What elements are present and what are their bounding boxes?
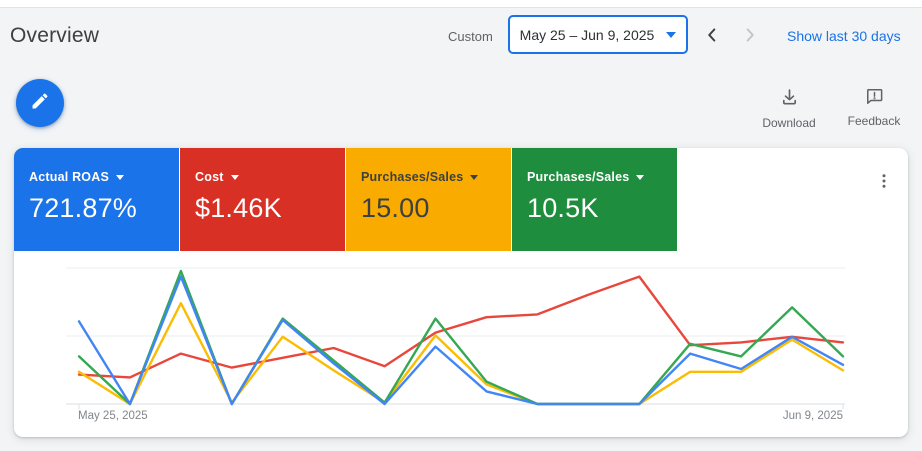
scorecard-row: Actual ROAS 721.87% Cost $1.46K Purchases/Sa… bbox=[14, 148, 677, 251]
download-button[interactable]: Download bbox=[756, 87, 822, 130]
caret-down-icon[interactable] bbox=[116, 174, 124, 180]
scorecard-label-text: Purchases/Sales bbox=[361, 170, 464, 184]
scorecard-value: 10.5K bbox=[527, 193, 599, 223]
caret-down-icon[interactable] bbox=[636, 174, 645, 180]
date-range-type-label: Custom bbox=[448, 29, 493, 44]
top-strip bbox=[0, 0, 922, 8]
scorecard-value: $1.46K bbox=[195, 193, 282, 223]
feedback-button[interactable]: Feedback bbox=[843, 87, 905, 128]
chart-series-purchases-sales-value- bbox=[77, 269, 845, 406]
show-last-30-days-link[interactable]: Show last 30 days bbox=[787, 28, 901, 44]
x-axis-end-label: Jun 9, 2025 bbox=[782, 410, 843, 422]
scorecard-label: Cost bbox=[195, 170, 345, 184]
previous-period-button[interactable] bbox=[697, 21, 727, 51]
next-period-button[interactable] bbox=[735, 21, 765, 51]
scorecard-label: Purchases/Sales bbox=[527, 170, 677, 184]
chevron-right-icon bbox=[739, 24, 761, 49]
download-icon bbox=[779, 87, 800, 113]
edit-fab-button[interactable] bbox=[16, 79, 64, 127]
overview-screen: Overview Custom May 25 – Jun 9, 2025 Sho… bbox=[0, 0, 922, 451]
kebab-menu-icon bbox=[875, 170, 893, 195]
scorecard-label-text: Purchases/Sales bbox=[527, 170, 630, 184]
caret-down-icon[interactable] bbox=[230, 174, 239, 180]
scorecard-actual-roas-0[interactable]: Actual ROAS 721.87% bbox=[14, 148, 179, 251]
chevron-left-icon bbox=[701, 24, 723, 49]
feedback-label: Feedback bbox=[847, 114, 901, 128]
scorecard-value: 721.87% bbox=[29, 193, 137, 223]
caret-down-icon bbox=[666, 31, 677, 38]
chart-series-actual-roas bbox=[77, 275, 845, 406]
scorecard-cost-1[interactable]: Cost $1.46K bbox=[180, 148, 345, 251]
scorecard-label-text: Cost bbox=[195, 170, 224, 184]
scorecard-label: Purchases/Sales bbox=[361, 170, 511, 184]
pencil-icon bbox=[30, 91, 50, 116]
download-label: Download bbox=[762, 116, 816, 130]
scorecard-purchases-sales-3[interactable]: Purchases/Sales 10.5K bbox=[512, 148, 677, 251]
scorecard-purchases-sales-2[interactable]: Purchases/Sales 15.00 bbox=[346, 148, 511, 251]
date-range-value: May 25 – Jun 9, 2025 bbox=[519, 26, 655, 43]
feedback-icon bbox=[865, 87, 884, 111]
scorecard-label-text: Actual ROAS bbox=[29, 170, 109, 184]
scorecard-label: Actual ROAS bbox=[29, 170, 179, 184]
page-title: Overview bbox=[10, 24, 100, 47]
overview-card-panel: Actual ROAS 721.87% Cost $1.46K Purchases/Sa… bbox=[14, 148, 908, 437]
overflow-menu-button[interactable] bbox=[866, 162, 902, 202]
date-range-picker[interactable]: May 25 – Jun 9, 2025 bbox=[508, 15, 688, 54]
scorecard-value: 15.00 bbox=[361, 193, 430, 223]
caret-down-icon[interactable] bbox=[470, 174, 479, 180]
time-series-chart bbox=[14, 252, 908, 412]
x-axis-start-label: May 25, 2025 bbox=[78, 410, 148, 422]
